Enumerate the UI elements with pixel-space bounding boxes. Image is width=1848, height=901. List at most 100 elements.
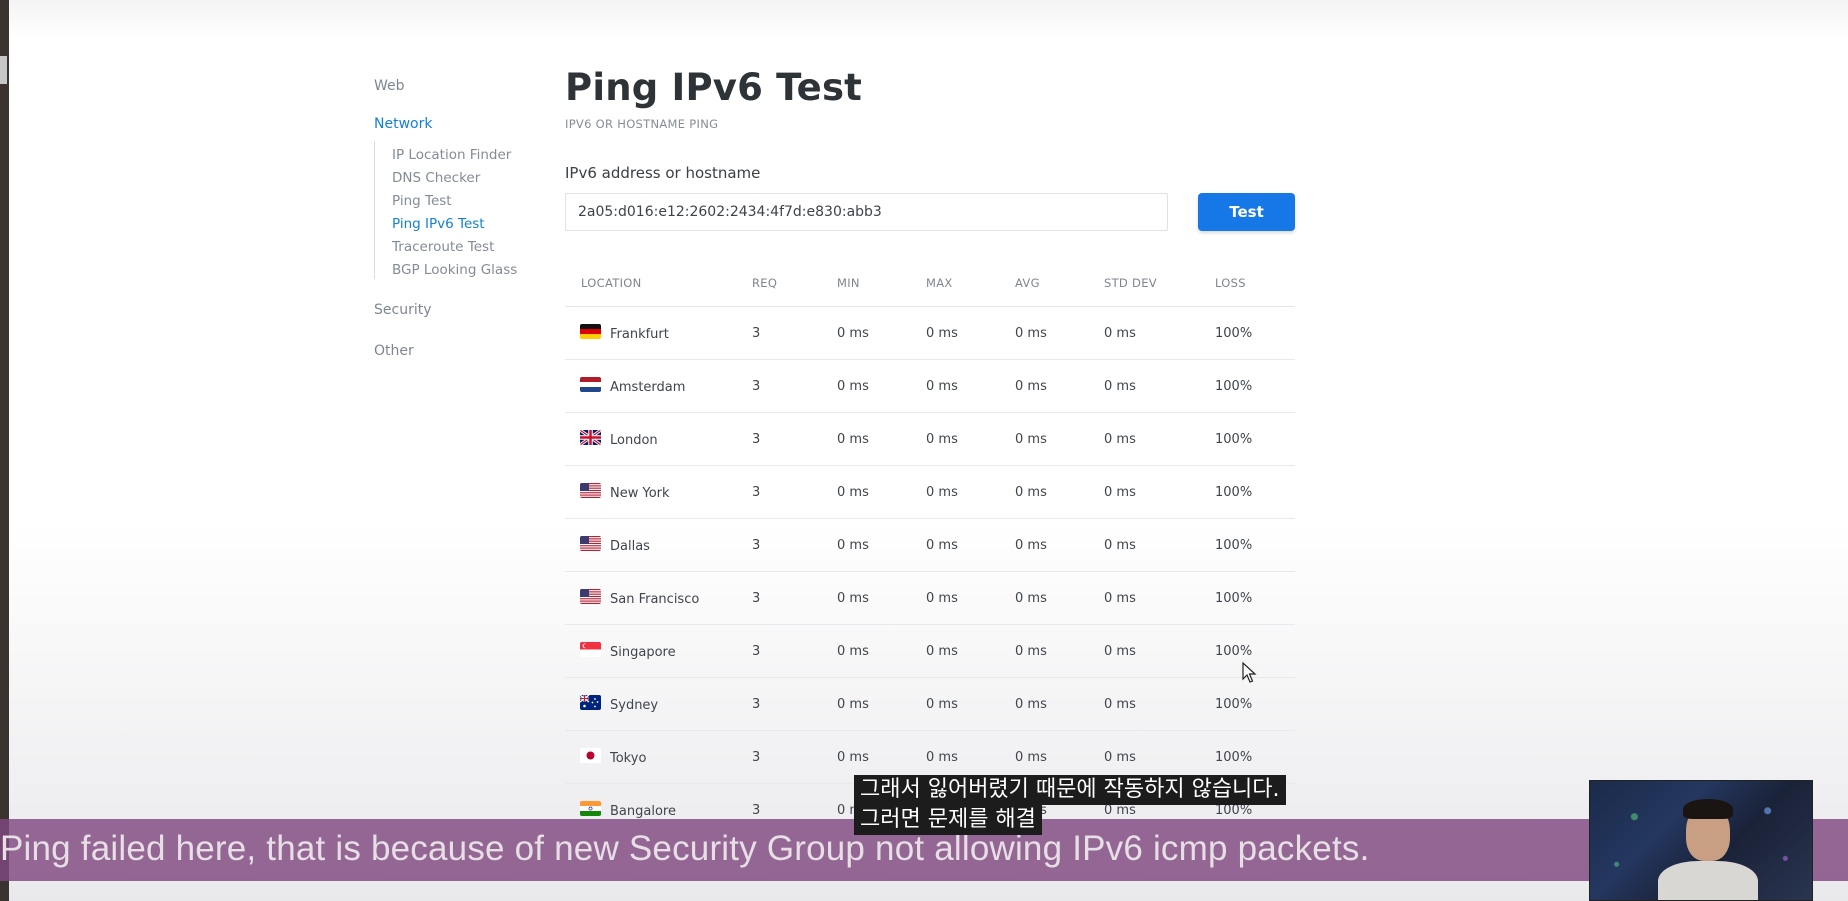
cell-std-dev: 0 ms <box>1104 432 1136 447</box>
cell-req: 3 <box>752 326 761 341</box>
cell-req: 3 <box>752 803 761 818</box>
cell-max: 0 ms <box>926 538 958 553</box>
flag-us-icon <box>580 483 601 498</box>
sidebar-network-submenu: IP Location Finder DNS Checker Ping Test… <box>374 141 517 279</box>
sidebar-section-network[interactable]: Network <box>374 114 432 134</box>
test-button[interactable]: Test <box>1198 193 1295 231</box>
flag-sg-icon <box>580 642 601 657</box>
sidebar-section-other[interactable]: Other <box>374 341 414 361</box>
header-min: MIN <box>837 276 860 290</box>
header-max: MAX <box>926 276 953 290</box>
cell-avg: 0 ms <box>1015 379 1047 394</box>
cell-min: 0 ms <box>837 379 869 394</box>
flag-us-icon <box>580 589 601 604</box>
cell-std-dev: 0 ms <box>1104 644 1136 659</box>
cell-max: 0 ms <box>926 379 958 394</box>
cell-min: 0 ms <box>837 538 869 553</box>
cell-avg: 0 ms <box>1015 591 1047 606</box>
mouse-cursor-icon <box>1242 662 1257 683</box>
flag-in-icon <box>580 801 601 816</box>
cell-location: New York <box>610 486 670 501</box>
sidebar-item-bgp-looking-glass[interactable]: BGP Looking Glass <box>392 260 517 280</box>
table-header: LOCATION REQ MIN MAX AVG STD DEV LOSS <box>565 256 1295 307</box>
table-row: San Francisco 3 0 ms 0 ms 0 ms 0 ms 100% <box>565 572 1295 625</box>
cell-avg: 0 ms <box>1015 485 1047 500</box>
page-subtitle: IPV6 OR HOSTNAME PING <box>565 117 719 131</box>
header-loss: LOSS <box>1215 276 1246 290</box>
cell-req: 3 <box>752 750 761 765</box>
main-content: Ping IPv6 Test IPV6 OR HOSTNAME PING IPv… <box>565 60 1295 837</box>
cell-min: 0 ms <box>837 432 869 447</box>
cell-max: 0 ms <box>926 750 958 765</box>
sidebar-section-web[interactable]: Web <box>374 76 405 96</box>
cell-avg: 0 ms <box>1015 750 1047 765</box>
cell-loss: 100% <box>1215 326 1253 341</box>
page-title: Ping IPv6 Test <box>565 66 863 109</box>
cell-std-dev: 0 ms <box>1104 750 1136 765</box>
cell-std-dev: 0 ms <box>1104 379 1136 394</box>
cell-avg: 0 ms <box>1015 326 1047 341</box>
cell-max: 0 ms <box>926 591 958 606</box>
cell-location: San Francisco <box>610 592 700 607</box>
cell-min: 0 ms <box>837 644 869 659</box>
cell-location: Sydney <box>610 698 659 713</box>
cell-max: 0 ms <box>926 644 958 659</box>
cell-loss: 100% <box>1215 538 1253 553</box>
header-avg: AVG <box>1015 276 1040 290</box>
cell-min: 0 ms <box>837 750 869 765</box>
flag-jp-icon <box>580 748 601 763</box>
cell-std-dev: 0 ms <box>1104 538 1136 553</box>
cell-loss: 100% <box>1215 697 1253 712</box>
cell-min: 0 ms <box>837 591 869 606</box>
cell-req: 3 <box>752 697 761 712</box>
cell-loss: 100% <box>1215 432 1253 447</box>
cell-location: Frankfurt <box>610 327 669 342</box>
flag-au-icon <box>580 695 601 710</box>
cell-avg: 0 ms <box>1015 697 1047 712</box>
table-body: Frankfurt 3 0 ms 0 ms 0 ms 0 ms 100% Ams… <box>565 307 1295 837</box>
cell-location: Bangalore <box>610 804 676 819</box>
sidebar-item-traceroute-test[interactable]: Traceroute Test <box>392 237 494 257</box>
cell-avg: 0 ms <box>1015 432 1047 447</box>
cell-std-dev: 0 ms <box>1104 697 1136 712</box>
cell-min: 0 ms <box>837 485 869 500</box>
table-row: Amsterdam 3 0 ms 0 ms 0 ms 0 ms 100% <box>565 360 1295 413</box>
korean-caption-line-2: 그러면 문제를 해결 <box>854 805 1042 835</box>
results-table: LOCATION REQ MIN MAX AVG STD DEV LOSS Fr… <box>565 256 1295 837</box>
cell-std-dev: 0 ms <box>1104 326 1136 341</box>
sidebar-item-ping-test[interactable]: Ping Test <box>392 191 452 211</box>
cell-max: 0 ms <box>926 485 958 500</box>
sidebar-item-ping-ipv6-test[interactable]: Ping IPv6 Test <box>392 214 485 234</box>
sidebar-item-dns-checker[interactable]: DNS Checker <box>392 168 480 188</box>
sidebar-item-ip-location-finder[interactable]: IP Location Finder <box>392 145 511 165</box>
flag-gb-icon <box>580 430 601 445</box>
header-req: REQ <box>752 276 778 290</box>
header-location: LOCATION <box>581 276 642 290</box>
cell-loss: 100% <box>1215 485 1253 500</box>
table-row: Sydney 3 0 ms 0 ms 0 ms 0 ms 100% <box>565 678 1295 731</box>
cell-req: 3 <box>752 591 761 606</box>
cell-max: 0 ms <box>926 697 958 712</box>
address-input[interactable]: 2a05:d016:e12:2602:2434:4f7d:e830:abb3 <box>565 193 1168 231</box>
cell-req: 3 <box>752 644 761 659</box>
cell-loss: 100% <box>1215 750 1253 765</box>
table-row: Dallas 3 0 ms 0 ms 0 ms 0 ms 100% <box>565 519 1295 572</box>
cell-min: 0 ms <box>837 326 869 341</box>
cell-avg: 0 ms <box>1015 644 1047 659</box>
sidebar-section-security[interactable]: Security <box>374 300 432 320</box>
cell-location: Dallas <box>610 539 650 554</box>
cell-req: 3 <box>752 485 761 500</box>
cell-loss: 100% <box>1215 591 1253 606</box>
cell-min: 0 ms <box>837 697 869 712</box>
flag-us-icon <box>580 536 601 551</box>
cell-location: Singapore <box>610 645 676 660</box>
flag-de-icon <box>580 324 601 339</box>
cell-loss: 100% <box>1215 644 1253 659</box>
cell-loss: 100% <box>1215 379 1253 394</box>
cell-req: 3 <box>752 538 761 553</box>
cell-location: Tokyo <box>610 751 647 766</box>
english-caption: Ping failed here, that is because of new… <box>0 829 1370 868</box>
cell-avg: 0 ms <box>1015 538 1047 553</box>
table-row: New York 3 0 ms 0 ms 0 ms 0 ms 100% <box>565 466 1295 519</box>
header-std-dev: STD DEV <box>1104 276 1157 290</box>
